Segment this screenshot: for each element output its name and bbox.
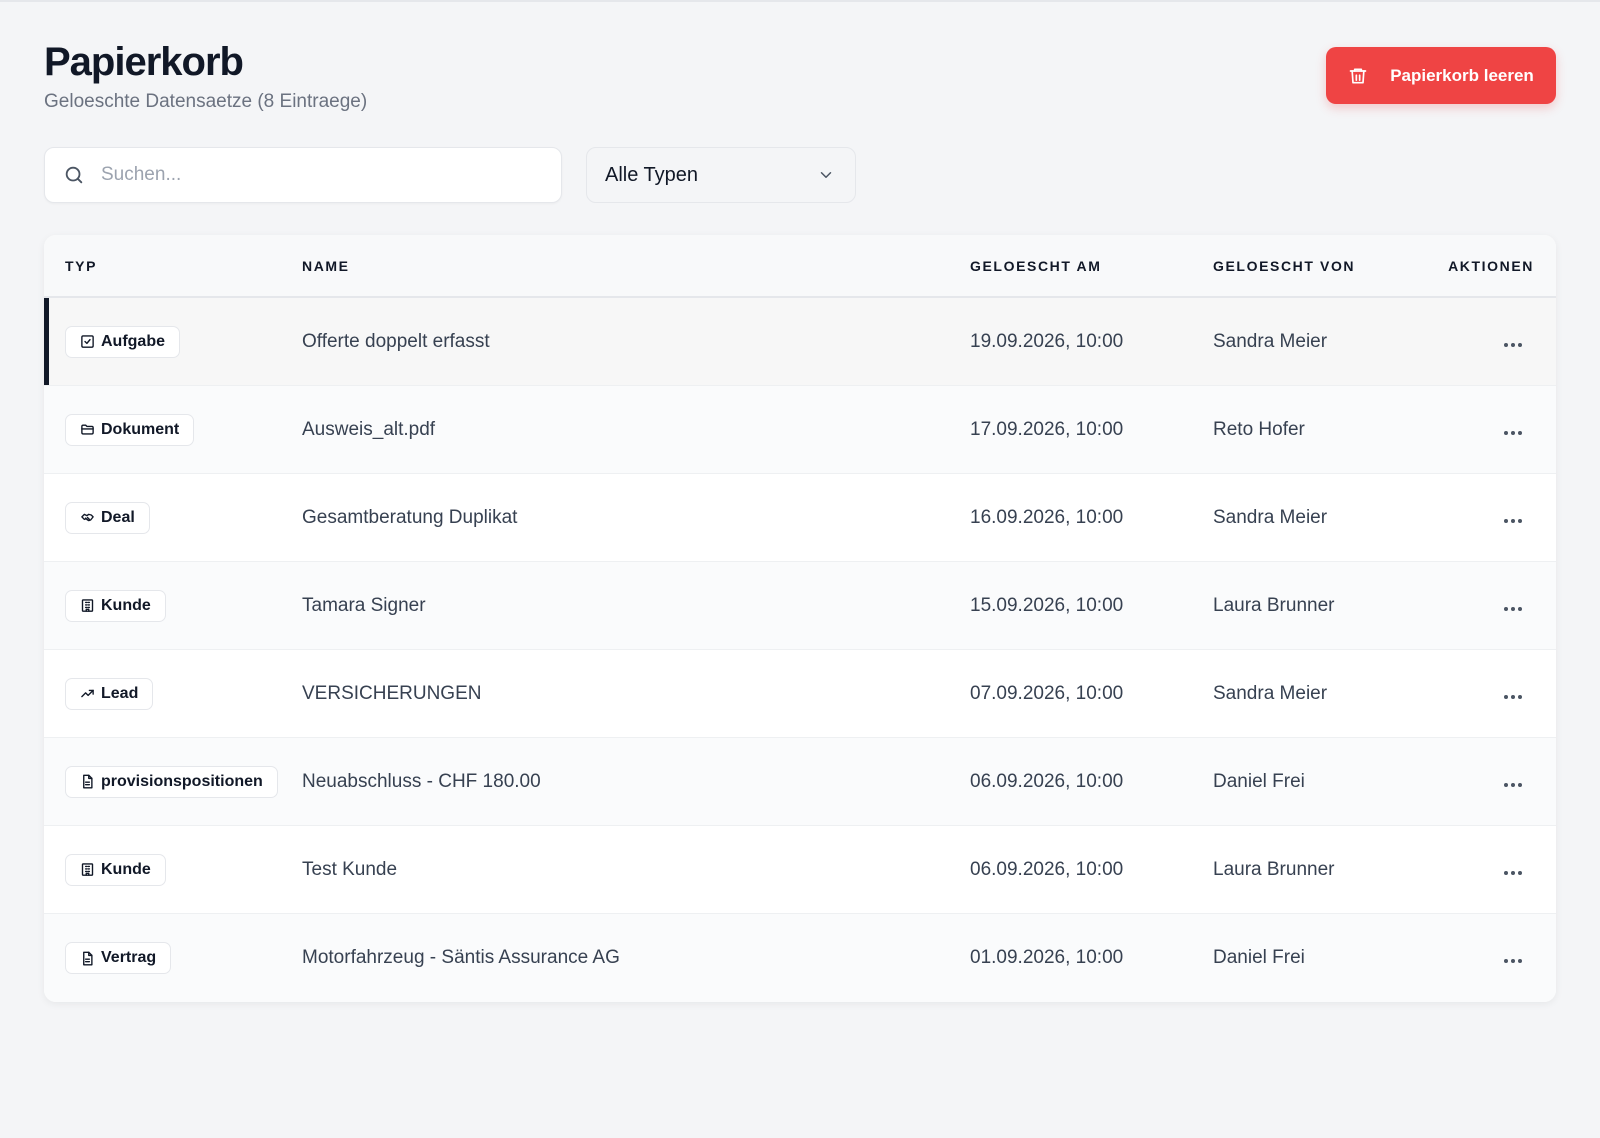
- row-actions-cell: [1430, 331, 1556, 353]
- type-badge-label: provisionspositionen: [101, 772, 263, 790]
- more-actions-icon[interactable]: [1492, 953, 1534, 969]
- type-badge: Dokument: [65, 413, 195, 446]
- row-name: Test Kunde: [302, 858, 398, 880]
- row-type-cell: Dokument: [44, 413, 302, 446]
- row-actions-cell: [1430, 947, 1556, 969]
- trending-up-icon: [81, 689, 94, 698]
- type-badge: Deal: [65, 501, 150, 534]
- more-actions-icon[interactable]: [1492, 601, 1534, 617]
- table-row[interactable]: provisionspositionen Neuabschluss - CHF …: [44, 738, 1556, 826]
- type-badge: Kunde: [65, 853, 166, 886]
- empty-trash-button[interactable]: Papierkorb leeren: [1326, 47, 1556, 104]
- row-type-cell: provisionspositionen: [44, 765, 302, 798]
- row-actions-cell: [1430, 507, 1556, 529]
- row-type-cell: Kunde: [44, 853, 302, 886]
- type-badge-label: Aufgabe: [101, 332, 165, 350]
- type-badge-label: Lead: [101, 684, 139, 702]
- search-input[interactable]: [101, 164, 501, 186]
- table-row[interactable]: Kunde Test Kunde 06.09.2026, 10:00 Laura…: [44, 826, 1556, 914]
- row-deleted-at: 19.09.2026, 10:00: [970, 330, 1124, 352]
- row-deleted-by: Laura Brunner: [1213, 858, 1335, 880]
- type-filter-value: Alle Typen: [605, 163, 699, 186]
- column-header-actions: AKTIONEN: [1448, 257, 1534, 274]
- more-actions-icon[interactable]: [1492, 425, 1534, 441]
- search-box[interactable]: [44, 147, 562, 203]
- row-deleted-by: Daniel Frei: [1213, 770, 1305, 792]
- type-badge-label: Deal: [101, 508, 135, 526]
- row-actions-cell: [1430, 859, 1556, 881]
- type-badge: Lead: [65, 677, 154, 710]
- folder-icon: [81, 424, 94, 435]
- building-icon: [81, 863, 94, 876]
- more-actions-icon[interactable]: [1492, 513, 1534, 529]
- building-icon: [81, 599, 94, 612]
- search-icon: [65, 166, 83, 184]
- row-name: VERSICHERUNGEN: [302, 682, 482, 704]
- row-type-cell: Deal: [44, 501, 302, 534]
- column-header-deleted-by[interactable]: GELOESCHT VON: [1213, 258, 1430, 274]
- row-type-cell: Lead: [44, 677, 302, 710]
- file-text-icon: [83, 951, 93, 965]
- more-actions-icon[interactable]: [1492, 337, 1534, 353]
- trash-icon: [1349, 68, 1367, 83]
- row-name: Ausweis_alt.pdf: [302, 418, 436, 440]
- row-name: Offerte doppelt erfasst: [302, 330, 490, 352]
- row-actions-cell: [1430, 419, 1556, 441]
- more-actions-icon[interactable]: [1492, 689, 1534, 705]
- type-badge-label: Kunde: [101, 596, 151, 614]
- row-deleted-at: 15.09.2026, 10:00: [970, 594, 1124, 616]
- empty-trash-label: Papierkorb leeren: [1390, 65, 1534, 85]
- row-deleted-by: Sandra Meier: [1213, 682, 1328, 704]
- chevron-down-icon: [820, 172, 832, 178]
- row-deleted-by: Daniel Frei: [1213, 947, 1305, 968]
- row-type-cell: Aufgabe: [44, 325, 302, 358]
- table-row[interactable]: Vertrag Motorfahrzeug - Säntis Assurance…: [44, 914, 1556, 1002]
- row-deleted-by: Reto Hofer: [1213, 418, 1305, 440]
- row-actions-cell: [1430, 595, 1556, 617]
- column-header-type[interactable]: TYP: [44, 258, 302, 274]
- column-header-deleted-at[interactable]: GELOESCHT AM: [970, 258, 1213, 274]
- file-text-icon: [83, 774, 93, 789]
- table-row[interactable]: Lead VERSICHERUNGEN 07.09.2026, 10:00 Sa…: [44, 650, 1556, 738]
- trash-table: TYP NAME GELOESCHT AM GELOESCHT VON AKTI…: [44, 235, 1556, 1002]
- row-actions-cell: [1430, 771, 1556, 793]
- type-badge: Vertrag: [65, 942, 172, 974]
- row-deleted-by: Sandra Meier: [1213, 330, 1328, 352]
- type-badge-label: Vertrag: [101, 949, 157, 966]
- row-name: Tamara Signer: [302, 594, 426, 616]
- type-badge: provisionspositionen: [65, 765, 278, 798]
- column-header-name[interactable]: NAME: [302, 258, 970, 274]
- table-row[interactable]: Kunde Tamara Signer 15.09.2026, 10:00 La…: [44, 562, 1556, 650]
- row-deleted-at: 01.09.2026, 10:00: [970, 947, 1124, 968]
- table-row[interactable]: Aufgabe Offerte doppelt erfasst 19.09.20…: [44, 298, 1556, 386]
- row-name: Gesamtberatung Duplikat: [302, 506, 518, 528]
- row-deleted-at: 06.09.2026, 10:00: [970, 858, 1124, 880]
- type-badge: Kunde: [65, 589, 166, 622]
- row-deleted-at: 17.09.2026, 10:00: [970, 418, 1124, 440]
- toolbar: Alle Typen: [44, 147, 856, 203]
- row-name: Neuabschluss - CHF 180.00: [302, 770, 541, 792]
- table-body: Aufgabe Offerte doppelt erfasst 19.09.20…: [44, 298, 1556, 1002]
- row-name: Motorfahrzeug - Säntis Assurance AG: [302, 947, 620, 968]
- row-deleted-by: Laura Brunner: [1213, 594, 1335, 616]
- table-row[interactable]: Deal Gesamtberatung Duplikat 16.09.2026,…: [44, 474, 1556, 562]
- type-filter-select[interactable]: Alle Typen: [586, 147, 856, 203]
- row-deleted-at: 16.09.2026, 10:00: [970, 506, 1124, 528]
- row-actions-cell: [1430, 683, 1556, 705]
- row-type-cell: Vertrag: [44, 942, 302, 974]
- type-badge-label: Kunde: [101, 860, 151, 878]
- type-badge: Aufgabe: [65, 325, 180, 358]
- table-header: TYP NAME GELOESCHT AM GELOESCHT VON AKTI…: [44, 235, 1556, 298]
- row-deleted-at: 07.09.2026, 10:00: [970, 682, 1124, 704]
- row-deleted-by: Sandra Meier: [1213, 506, 1328, 528]
- row-type-cell: Kunde: [44, 589, 302, 622]
- handshake-icon: [81, 513, 94, 522]
- more-actions-icon[interactable]: [1492, 865, 1534, 881]
- row-deleted-at: 06.09.2026, 10:00: [970, 770, 1124, 792]
- more-actions-icon[interactable]: [1492, 777, 1534, 793]
- type-badge-label: Dokument: [101, 420, 180, 438]
- table-row[interactable]: Dokument Ausweis_alt.pdf 17.09.2026, 10:…: [44, 386, 1556, 474]
- checkbox-icon: [81, 335, 94, 348]
